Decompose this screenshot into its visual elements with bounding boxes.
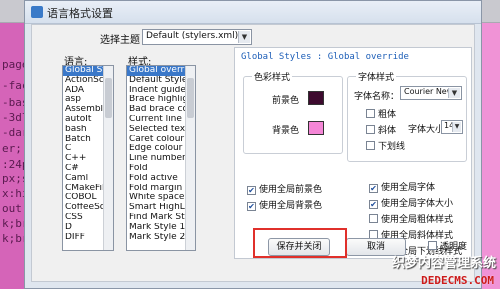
transparency-checkbox[interactable]: 透明度 xyxy=(428,239,467,252)
checkbox-box[interactable]: ✔ xyxy=(369,184,378,193)
watermark-url: DEDECMS.COM xyxy=(421,274,494,287)
checkbox-box[interactable] xyxy=(369,214,378,223)
checkbox-box[interactable]: ✔ xyxy=(247,186,256,195)
checkbox-box[interactable] xyxy=(366,109,375,118)
font-size-select[interactable]: 14 ▼ xyxy=(441,120,463,134)
font-style-group: 字体样式 字体名称： Courier New ▼ 粗体 斜体 下划线 字体大小：… xyxy=(347,70,467,162)
checkbox-label: 使用全局前景色 xyxy=(259,185,323,195)
style-list[interactable]: Global override Default Style Indent gui… xyxy=(126,65,196,251)
background-color-swatch[interactable] xyxy=(308,121,324,135)
foreground-label: 前景色 xyxy=(272,96,300,106)
checkbox-label: 使用全局粗体样式 xyxy=(381,215,454,225)
scrollbar-thumb[interactable] xyxy=(187,78,194,118)
font-name-label: 字体名称： xyxy=(354,92,400,102)
checkbox-box[interactable]: ✔ xyxy=(369,200,378,209)
code-line: er; xyxy=(2,142,22,155)
checkbox-box[interactable] xyxy=(366,125,375,134)
color-style-group: 色彩样式 前景色 背景色 xyxy=(243,70,343,154)
style-list-scrollbar[interactable] xyxy=(185,66,195,250)
color-style-title: 色彩样式 xyxy=(252,70,293,83)
font-name-value: Courier New xyxy=(404,87,454,96)
global-background-checkbox[interactable]: ✔ 使用全局背景色 xyxy=(247,198,322,211)
italic-label: 斜体 xyxy=(378,126,397,136)
checkbox-box[interactable]: ✔ xyxy=(247,202,256,211)
underline-label: 下划线 xyxy=(378,142,406,152)
dialog-title: 语言格式设置 xyxy=(47,7,113,20)
global-font-checkbox[interactable]: ✔ 使用全局字体 xyxy=(369,180,435,193)
global-font-size-checkbox[interactable]: ✔ 使用全局字体大小 xyxy=(369,196,453,209)
transparency-label: 透明度 xyxy=(440,242,468,252)
font-style-title: 字体样式 xyxy=(356,70,397,83)
app-icon xyxy=(31,6,43,18)
global-bold-checkbox[interactable]: 使用全局粗体样式 xyxy=(369,212,453,225)
panel-title: Global Styles : Global override xyxy=(241,52,409,62)
watermark-title: 织梦内容管理系统 xyxy=(391,256,496,271)
theme-select-value: Default (stylers.xml) xyxy=(146,31,239,41)
scrollbar-thumb[interactable] xyxy=(105,78,112,118)
checkbox-label: 使用全局字体 xyxy=(381,183,436,193)
checkbox-label: 使用全局背景色 xyxy=(259,201,323,211)
checkbox-box[interactable] xyxy=(366,141,375,150)
bold-label: 粗体 xyxy=(378,110,397,120)
language-list[interactable]: Global Styles ActionScript ADA asp Assem… xyxy=(62,65,114,251)
highlight-annotation xyxy=(253,228,347,258)
chevron-down-icon: ▼ xyxy=(238,31,250,43)
dialog-titlebar[interactable]: 语言格式设置 xyxy=(25,1,481,24)
chevron-down-icon: ▼ xyxy=(452,122,461,132)
foreground-color-swatch[interactable] xyxy=(308,91,324,105)
checkbox-box[interactable] xyxy=(428,241,437,250)
italic-checkbox[interactable]: 斜体 xyxy=(366,123,396,136)
bold-checkbox[interactable]: 粗体 xyxy=(366,107,396,120)
font-name-select[interactable]: Courier New ▼ xyxy=(400,86,462,100)
background-label: 背景色 xyxy=(272,126,300,136)
underline-checkbox[interactable]: 下划线 xyxy=(366,139,405,152)
global-foreground-checkbox[interactable]: ✔ 使用全局前景色 xyxy=(247,182,322,195)
language-list-scrollbar[interactable] xyxy=(103,66,113,250)
chevron-down-icon: ▼ xyxy=(448,88,460,98)
theme-label: 选择主题 xyxy=(100,35,140,46)
checkbox-label: 使用全局字体大小 xyxy=(381,199,454,209)
theme-select[interactable]: Default (stylers.xml) ▼ xyxy=(142,29,252,45)
